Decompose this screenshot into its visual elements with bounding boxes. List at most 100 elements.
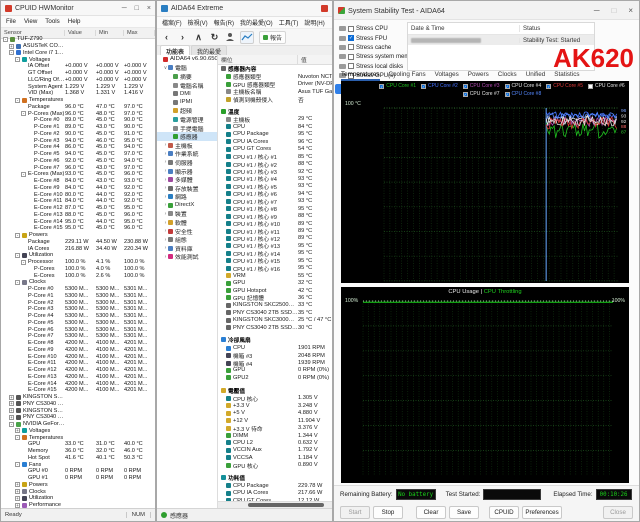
hw-sensor-row[interactable]: P-Core #5 94.0 °C 45.0 °C 97.0 °C: [1, 151, 155, 158]
tab-clocks[interactable]: Clocks: [498, 71, 517, 81]
hw-sensor-row[interactable]: VID (Max) 1.368 V 1.331 V 1.416 V: [1, 90, 155, 97]
hw-sensor-row[interactable]: + PNY CS3040 2TB SSD: [1, 401, 155, 408]
menu-item-view[interactable]: View: [24, 18, 37, 25]
stress-option[interactable]: ✓ Stress FPU: [339, 33, 405, 42]
tab-voltages[interactable]: Voltages: [435, 71, 459, 81]
expand-toggle[interactable]: +: [15, 495, 20, 501]
tree-item-logo[interactable]: AIDA64 v6.90.6500: [157, 55, 217, 64]
close-icon[interactable]: ×: [147, 5, 151, 12]
hw-sensor-row[interactable]: + Voltages: [1, 428, 155, 435]
stress-option[interactable]: Stress CPU: [339, 24, 405, 33]
tree-item-mm[interactable]: › 多媒體: [157, 175, 217, 184]
legend-item[interactable]: ✓ CPU Core #2: [421, 83, 458, 90]
collapse-toggle[interactable]: -: [15, 252, 20, 258]
hw-sensor-row[interactable]: E-Core #8 4200 M... 4100 M... 4201 M...: [1, 340, 155, 347]
hw-sensor-row[interactable]: E-Core #9 4200 M... 4100 M... 4201 M...: [1, 347, 155, 354]
sensor-row[interactable]: CPU L2 0.632 V: [218, 439, 332, 446]
collapse-toggle[interactable]: -: [15, 435, 20, 441]
hw-sensor-row[interactable]: P-Core #0 89.0 °C 45.0 °C 90.0 °C: [1, 117, 155, 124]
hw-sensor-row[interactable]: GPU #0 0 RPM 0 RPM 0 RPM: [1, 468, 155, 475]
clear-button[interactable]: Clear: [416, 505, 446, 519]
hw-sensor-row[interactable]: - Voltages: [1, 56, 155, 63]
collapse-toggle[interactable]: -: [15, 232, 20, 238]
unchecked-checkbox[interactable]: [587, 84, 593, 89]
hw-sensor-row[interactable]: + ASUSTeK COMPUTE...: [1, 43, 155, 50]
hw-sensor-row[interactable]: - Temperatures: [1, 97, 155, 104]
maximize-icon[interactable]: □: [611, 6, 616, 15]
tree-item-sec[interactable]: › 安全性: [157, 227, 217, 235]
hw-sensor-row[interactable]: P-Core #2 5300 M... 5300 M... 5301 M...: [1, 299, 155, 306]
hw-sensor-row[interactable]: P-Core #3 94.0 °C 46.0 °C 95.0 °C: [1, 137, 155, 144]
menu-item[interactable]: 報告(R): [214, 18, 234, 27]
unchecked-checkbox[interactable]: [348, 63, 354, 70]
hw-sensor-row[interactable]: P-Core #4 86.0 °C 45.0 °C 94.0 °C: [1, 144, 155, 151]
tree-item-mb[interactable]: › 主機板: [157, 141, 217, 149]
tree-item-net[interactable]: › 網路: [157, 193, 217, 201]
expand-toggle[interactable]: +: [9, 401, 14, 407]
hw-sensor-row[interactable]: Hot Spot 41.6 °C 40.1 °C 50.3 °C: [1, 455, 155, 462]
hw-sensor-row[interactable]: P-Core #6 5300 M... 5300 M... 5301 M...: [1, 326, 155, 333]
log-table-header[interactable]: Date & Time Status: [408, 23, 594, 35]
hw-sensor-row[interactable]: P-Core #5 5300 M... 5300 M... 5301 M...: [1, 320, 155, 327]
tree-item-comp[interactable]: ∨ 電腦: [157, 64, 217, 72]
save-button[interactable]: Save: [449, 505, 479, 519]
chart-icon[interactable]: [240, 30, 254, 44]
menu-item[interactable]: 檢視(V): [188, 18, 208, 27]
collapse-toggle[interactable]: -: [9, 50, 14, 56]
tree-item-dx[interactable]: › DirectX: [157, 201, 217, 210]
tree-item-pwr[interactable]: 電源管理: [157, 115, 217, 124]
collapse-toggle[interactable]: -: [15, 57, 20, 63]
hw-sensor-row[interactable]: P-Cores 100.0 % 4.0 % 100.0 %: [1, 266, 155, 273]
legend-item[interactable]: ✓ CPU Core #7: [462, 91, 500, 98]
minimize-icon[interactable]: ─: [122, 5, 127, 12]
forward-icon[interactable]: ›: [177, 32, 188, 42]
sensor-row[interactable]: GPU2 0 RPM (0%): [218, 374, 332, 381]
stop-button[interactable]: Stop: [373, 505, 403, 519]
legend-item[interactable]: ✓ CPU Core #8: [504, 91, 541, 98]
menu-item[interactable]: 說明(H): [304, 18, 324, 27]
hw-sensor-row[interactable]: E-Core #12 4200 M... 4100 M... 4201 M...: [1, 367, 155, 374]
hw-sensor-row[interactable]: - Clocks: [1, 279, 155, 286]
checked-checkbox[interactable]: ✓: [348, 35, 354, 42]
aida64-titlebar[interactable]: AIDA64 Extreme: [157, 1, 332, 17]
tree-item-sens[interactable]: 感應器: [157, 132, 217, 141]
column-status[interactable]: Status: [520, 25, 540, 32]
section-header[interactable]: 冷卻風扇: [218, 335, 332, 344]
sensor-row[interactable]: CPU 核心 1.305 V: [218, 395, 332, 403]
expand-toggle[interactable]: +: [9, 408, 14, 414]
tree-item-name[interactable]: 電腦名稱: [157, 81, 217, 89]
hw-sensor-row[interactable]: IA Cores 216.88 W 34.40 W 220.34 W: [1, 245, 155, 252]
hw-sensor-row[interactable]: - P-Cores (Max) 96.0 °C 48.0 °C 97.0 °C: [1, 110, 155, 117]
sensor-row[interactable]: CPU IA Cores 217.66 W: [218, 489, 332, 496]
hw-sensor-row[interactable]: + KINGSTON SKC2500...: [1, 407, 155, 414]
refresh-icon[interactable]: ↻: [209, 32, 220, 43]
menu-item-tools[interactable]: Tools: [45, 18, 59, 25]
hw-sensor-row[interactable]: E-Core #8 84.0 °C 43.0 °C 93.0 °C: [1, 178, 155, 185]
hw-sensor-row[interactable]: E-Core #10 80.0 °C 44.0 °C 92.0 °C: [1, 191, 155, 198]
hw-sensor-row[interactable]: + Clocks: [1, 488, 155, 495]
checked-checkbox[interactable]: ✓: [504, 84, 510, 89]
tab-unified[interactable]: Unified: [526, 71, 546, 81]
expand-toggle[interactable]: +: [9, 394, 14, 400]
hw-sensor-row[interactable]: E-Core #15 95.0 °C 45.0 °C 96.0 °C: [1, 225, 155, 232]
menu-item-file[interactable]: File: [6, 18, 16, 25]
checked-checkbox[interactable]: ✓: [379, 84, 385, 89]
sensor-row[interactable]: +3.3 V 3.248 V: [218, 402, 332, 409]
hw-sensor-row[interactable]: P-Core #1 89.0 °C 43.0 °C 90.0 °C: [1, 124, 155, 131]
legend-item[interactable]: CPU Core #6: [587, 83, 625, 90]
column-datetime[interactable]: Date & Time: [408, 25, 520, 32]
expand-toggle[interactable]: +: [9, 43, 14, 49]
sensor-row[interactable]: DIMM 1.344 V: [218, 432, 332, 439]
legend-item[interactable]: ✓ CPU Core #5: [546, 83, 583, 90]
expand-toggle[interactable]: +: [15, 428, 20, 434]
legend-item[interactable]: ✓ CPU Core #4: [504, 83, 541, 90]
hw-sensor-row[interactable]: + Utilization: [1, 495, 155, 502]
tree-item-cfg[interactable]: › 組態: [157, 235, 217, 244]
hw-sensor-row[interactable]: P-Core #0 5300 M... 5300 M... 5301 M...: [1, 286, 155, 293]
collapse-toggle[interactable]: -: [9, 421, 14, 427]
hw-sensor-row[interactable]: IA Offset +0.000 V +0.000 V +0.000 V: [1, 63, 155, 70]
hw-sensor-row[interactable]: P-Core #7 96.0 °C 43.0 °C 97.0 °C: [1, 164, 155, 171]
hw-sensor-row[interactable]: - NVIDIA GeForce RT...: [1, 421, 155, 428]
hw-sensor-row[interactable]: P-Core #3 5300 M... 5300 M... 5301 M...: [1, 306, 155, 313]
unchecked-checkbox[interactable]: [348, 44, 354, 51]
